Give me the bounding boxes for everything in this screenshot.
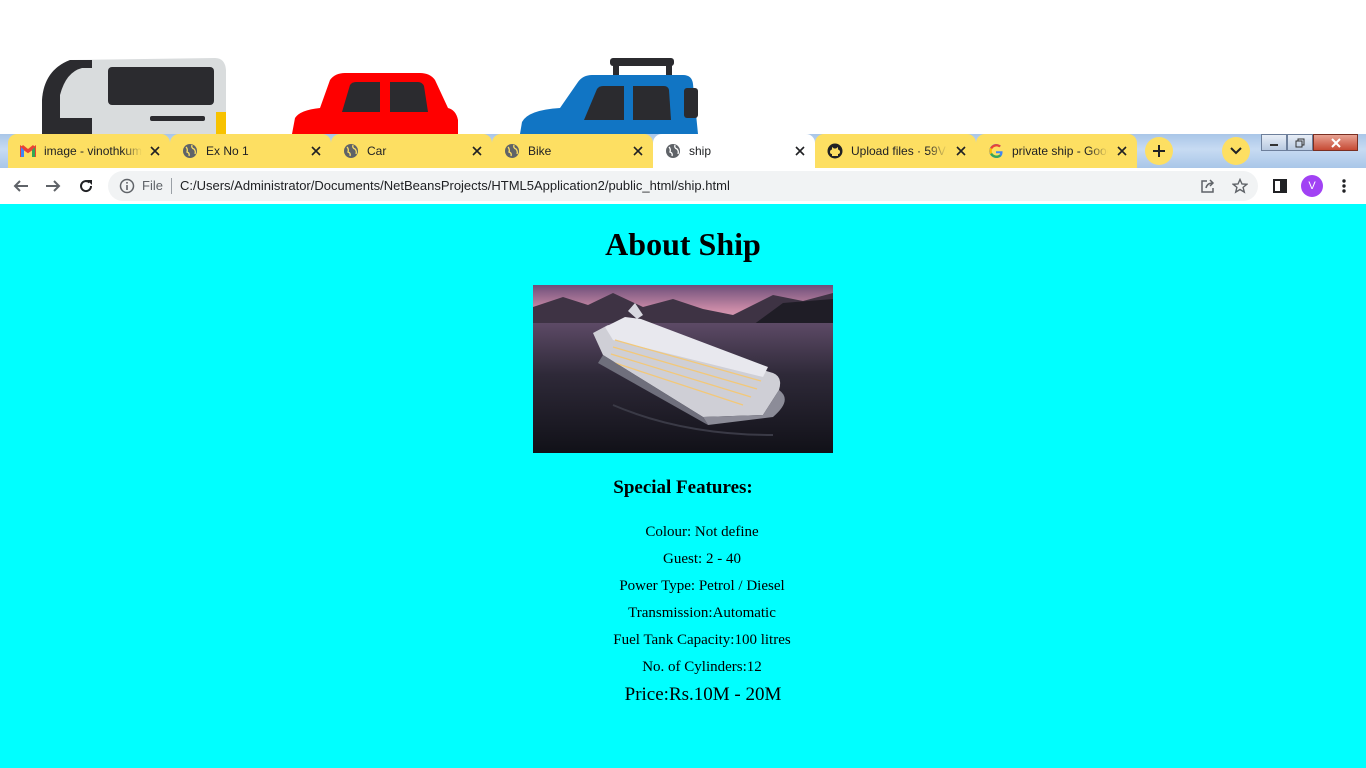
globe-icon	[182, 143, 198, 159]
arrow-left-icon	[13, 180, 28, 192]
feature-colour: Colour: Not define	[645, 524, 759, 540]
tab-ship-active[interactable]: ship	[653, 134, 815, 168]
restore-icon	[1295, 138, 1305, 147]
tab-github-upload[interactable]: Upload files · 59VINOTH	[815, 134, 977, 168]
close-tab-icon[interactable]	[1114, 143, 1130, 159]
tab-gmail[interactable]: image - vinothkumar	[8, 134, 171, 168]
info-icon[interactable]	[119, 178, 135, 194]
share-icon	[1201, 179, 1215, 193]
close-tab-icon[interactable]	[308, 143, 324, 159]
github-icon	[827, 143, 843, 159]
tab-title: image - vinothkumar	[44, 144, 142, 158]
browser-toolbar: File C:/Users/Administrator/Documents/Ne…	[0, 168, 1366, 204]
ship-image	[533, 285, 833, 453]
desktop-wallpaper	[0, 0, 1366, 134]
share-button[interactable]	[1198, 176, 1218, 196]
more-vertical-icon	[1342, 179, 1346, 193]
tab-bike[interactable]: Bike	[492, 134, 653, 168]
back-button[interactable]	[11, 176, 31, 196]
side-panel-icon	[1273, 179, 1287, 193]
forward-button[interactable]	[43, 176, 63, 196]
new-tab-button[interactable]	[1145, 137, 1173, 165]
bookmark-button[interactable]	[1230, 176, 1250, 196]
menu-button[interactable]	[1334, 176, 1354, 196]
profile-avatar[interactable]: V	[1301, 175, 1323, 197]
tab-ex-no-1[interactable]: Ex No 1	[170, 134, 332, 168]
close-icon	[1330, 137, 1341, 148]
url-text[interactable]: C:/Users/Administrator/Documents/NetBean…	[180, 178, 730, 194]
reload-button[interactable]	[76, 176, 96, 196]
tab-google-search[interactable]: private ship - Google Search	[976, 134, 1137, 168]
close-tab-icon[interactable]	[792, 143, 808, 159]
close-tab-icon[interactable]	[469, 143, 485, 159]
gmail-icon	[20, 143, 36, 159]
tab-title: Upload files · 59VINOTH	[851, 144, 947, 158]
address-divider	[171, 178, 172, 194]
tab-search-button[interactable]	[1222, 137, 1250, 165]
close-window-button[interactable]	[1313, 134, 1358, 151]
tab-title: Bike	[528, 144, 552, 158]
address-bar[interactable]: File C:/Users/Administrator/Documents/Ne…	[108, 171, 1258, 201]
close-tab-icon[interactable]	[630, 143, 646, 159]
feature-cylinders: No. of Cylinders:12	[642, 659, 762, 675]
tab-title: Ex No 1	[206, 144, 249, 158]
globe-icon	[665, 143, 681, 159]
feature-power-type: Power Type: Petrol / Diesel	[619, 578, 785, 594]
page-content: About Ship Special Features: Colour: Not…	[0, 204, 1366, 768]
google-icon	[988, 143, 1004, 159]
chevron-down-icon	[1230, 147, 1242, 155]
arrow-right-icon	[46, 180, 61, 192]
star-icon	[1232, 178, 1248, 194]
tab-car[interactable]: Car	[331, 134, 493, 168]
window-controls	[1261, 134, 1358, 153]
plus-icon	[1153, 145, 1165, 157]
tab-title: Car	[367, 144, 387, 158]
feature-guest: Guest: 2 - 40	[663, 551, 741, 567]
minimize-icon	[1270, 143, 1278, 146]
cars-wallpaper-illustration	[42, 58, 698, 134]
price-text: Price:Rs.10M - 20M	[624, 684, 782, 705]
features-heading: Special Features:	[613, 477, 753, 498]
close-tab-icon[interactable]	[953, 143, 969, 159]
features-list: Colour: Not define Guest: 2 - 40 Power T…	[0, 519, 1366, 681]
scheme-label: File	[142, 178, 163, 193]
minimize-window-button[interactable]	[1261, 134, 1287, 151]
tab-strip: image - vinothkumar Ex No 1 Car Bike shi…	[0, 134, 1366, 168]
cruise-ship-photo	[533, 285, 833, 453]
feature-fuel-tank: Fuel Tank Capacity:100 litres	[613, 632, 791, 648]
tab-title: private ship - Google Search	[1012, 144, 1108, 158]
tab-title: ship	[689, 144, 712, 158]
globe-icon	[343, 143, 359, 159]
page-title: About Ship	[605, 226, 761, 262]
close-tab-icon[interactable]	[147, 143, 163, 159]
reload-icon	[80, 180, 93, 193]
side-panel-button[interactable]	[1270, 176, 1290, 196]
globe-icon	[504, 143, 520, 159]
restore-window-button[interactable]	[1287, 134, 1313, 151]
feature-transmission: Transmission:Automatic	[628, 605, 776, 621]
